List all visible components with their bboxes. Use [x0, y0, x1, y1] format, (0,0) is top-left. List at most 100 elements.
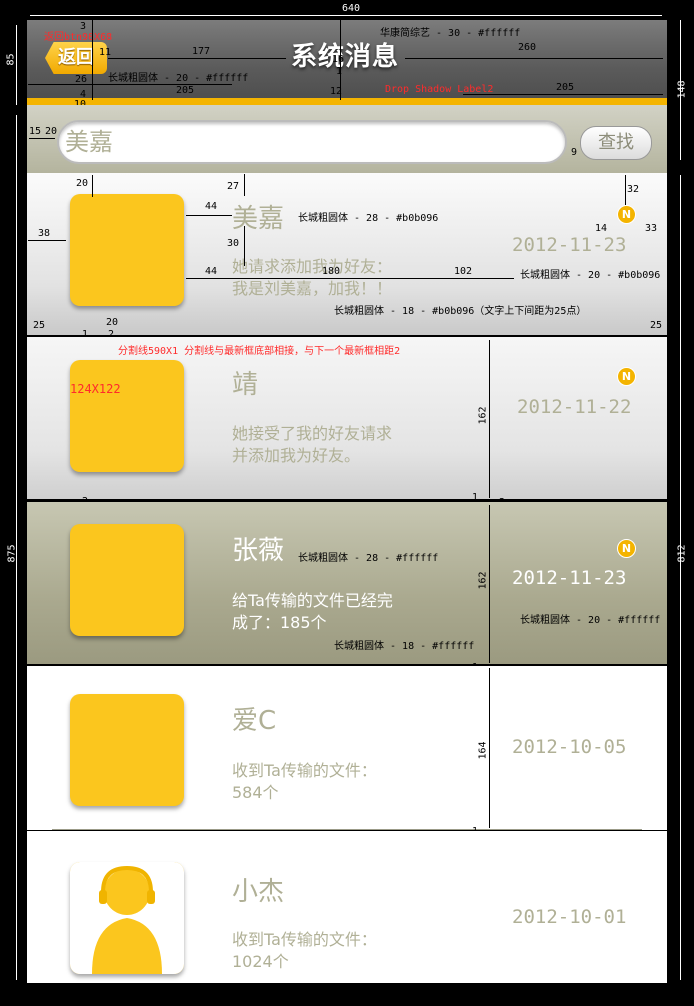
sender-name: 张薇	[232, 536, 285, 566]
divider-line	[52, 829, 642, 830]
dim-line-30	[244, 226, 245, 266]
dim-180: 180	[322, 266, 341, 277]
message-line-2: 我是刘美嘉，加我！！	[232, 279, 393, 298]
new-badge: N	[617, 205, 636, 224]
dim-line-search-left	[29, 138, 55, 139]
message-text: 收到Ta传输的文件： 584个	[232, 760, 422, 804]
new-badge: N	[617, 367, 636, 386]
person-avatar-icon	[70, 862, 184, 974]
name-font-note-white: 长城粗圆体 - 28 - #ffffff	[298, 553, 439, 564]
dim-line-back-v	[92, 20, 93, 100]
width-dimension-line	[30, 15, 662, 16]
dim-line-164	[489, 668, 490, 828]
dim-14: 14	[595, 223, 608, 234]
avatar	[70, 694, 184, 806]
dim-search-9: 9	[571, 147, 578, 158]
text-font-note-white: 长城粗圆体 - 18 - #ffffff	[334, 641, 475, 652]
header-height-label: 85	[5, 53, 17, 66]
dim-line-27	[244, 174, 245, 196]
avatar	[70, 194, 184, 306]
dim-162b: 162	[477, 571, 489, 590]
dim-search-20: 20	[45, 126, 58, 137]
dim-20-top: 20	[76, 178, 89, 189]
dim-line-260	[405, 58, 663, 59]
avatar	[70, 360, 184, 472]
dim-102: 102	[454, 266, 473, 277]
sender-name: 爱C	[232, 706, 277, 736]
dim-27: 27	[227, 181, 240, 192]
new-badge: N	[617, 539, 636, 558]
message-item[interactable]: 爱C 收到Ta传输的文件： 584个 2012-10-05	[27, 666, 667, 830]
message-line-1: 收到Ta传输的文件：	[232, 761, 377, 780]
dim-20-bottom: 20	[106, 317, 119, 328]
avatar	[70, 524, 184, 636]
dim-line-205b	[463, 94, 663, 95]
search-input-value: 美嘉	[65, 128, 113, 156]
header-accent-stripe	[27, 98, 667, 105]
dim-26: 26	[75, 74, 88, 85]
dim-line-44b	[186, 278, 232, 279]
right-total-label: 812	[676, 544, 688, 563]
dim-205a: 205	[176, 85, 195, 96]
back-font-note: 长城粗圆体 - 20 - #ffffff	[108, 73, 249, 84]
date-font-note-white: 长城粗圆体 - 20 - #ffffff	[520, 615, 661, 626]
sender-name: 美嘉	[232, 204, 285, 234]
dim-1: 1	[336, 66, 343, 77]
divider-note: 分割线590X1 分割线与最新框底部相接，与下一个最新框相距2	[118, 346, 401, 357]
message-date: 2012-11-23	[512, 567, 627, 589]
dim-162a: 162	[477, 406, 489, 425]
message-date: 2012-10-05	[512, 736, 627, 758]
dim-line-205a	[28, 84, 232, 85]
dim-25a: 25	[33, 320, 46, 331]
message-item[interactable]: 小杰 收到Ta传输的文件： 1024个 2012-10-01	[27, 831, 667, 983]
message-line-2: 584个	[232, 783, 279, 802]
dim-32: 32	[627, 184, 640, 195]
sender-name: 小杰	[232, 877, 285, 907]
dim-12: 12	[330, 86, 343, 97]
dim-164: 164	[477, 741, 489, 760]
dim-177: 177	[192, 46, 211, 57]
message-item[interactable]: 靖 她接受了我的好友请求 并添加我为好友。 2012-11-22 N	[27, 337, 667, 499]
message-line-1: 收到Ta传输的文件：	[232, 930, 377, 949]
dim-line-20top	[92, 175, 93, 197]
dim-11: 11	[99, 47, 112, 58]
message-date: 2012-11-23	[512, 234, 627, 256]
dim-3: 3	[80, 21, 87, 32]
search-input[interactable]: 美嘉	[57, 120, 567, 164]
back-asset-note: 返回btn98X68	[44, 32, 113, 43]
dim-44b: 44	[205, 266, 218, 277]
dim-44a: 44	[205, 201, 218, 212]
message-text: 给Ta传输的文件已经完 成了：185个	[232, 590, 422, 634]
date-font-note: 长城粗圆体 - 20 - #b0b096	[520, 270, 661, 281]
dim-205b: 205	[556, 82, 575, 93]
back-button[interactable]: 返回	[45, 42, 107, 74]
dim-line-162b	[489, 505, 490, 663]
name-font-note: 长城粗圆体 - 28 - #b0b096	[298, 213, 439, 224]
dim-search-15: 15	[29, 126, 42, 137]
avatar-person	[70, 862, 184, 974]
message-line-2: 并添加我为好友。	[232, 446, 361, 465]
avatar-size-note: 124X122	[70, 382, 121, 396]
title-font-note: 华康简综艺 - 30 - #ffffff	[380, 28, 521, 39]
dim-line-38	[28, 240, 66, 241]
dim-33: 33	[645, 223, 658, 234]
dim-line-32	[625, 175, 626, 205]
page-title: 系统消息	[290, 42, 399, 72]
message-line-1: 她接受了我的好友请求	[232, 424, 393, 443]
dim-line-180	[232, 278, 410, 279]
search-button[interactable]: 查找	[580, 126, 652, 160]
message-line-2: 成了：185个	[232, 613, 327, 632]
width-dimension-label: 640	[342, 3, 361, 14]
sender-name: 靖	[232, 370, 259, 400]
message-text: 收到Ta传输的文件： 1024个	[232, 929, 422, 973]
message-date: 2012-10-01	[512, 906, 627, 928]
right-total-line	[680, 175, 681, 980]
dim-line-102	[410, 278, 514, 279]
message-line-1: 给Ta传输的文件已经完	[232, 591, 393, 610]
total-height-label: 875	[6, 544, 18, 563]
text-font-note: 长城粗圆体 - 18 - #b0b096（文字上下间距为25点）	[334, 306, 587, 317]
dim-30: 30	[227, 238, 240, 249]
dim-38: 38	[38, 228, 51, 239]
dim-260: 260	[518, 42, 537, 53]
right-header-label: 148	[676, 80, 688, 99]
